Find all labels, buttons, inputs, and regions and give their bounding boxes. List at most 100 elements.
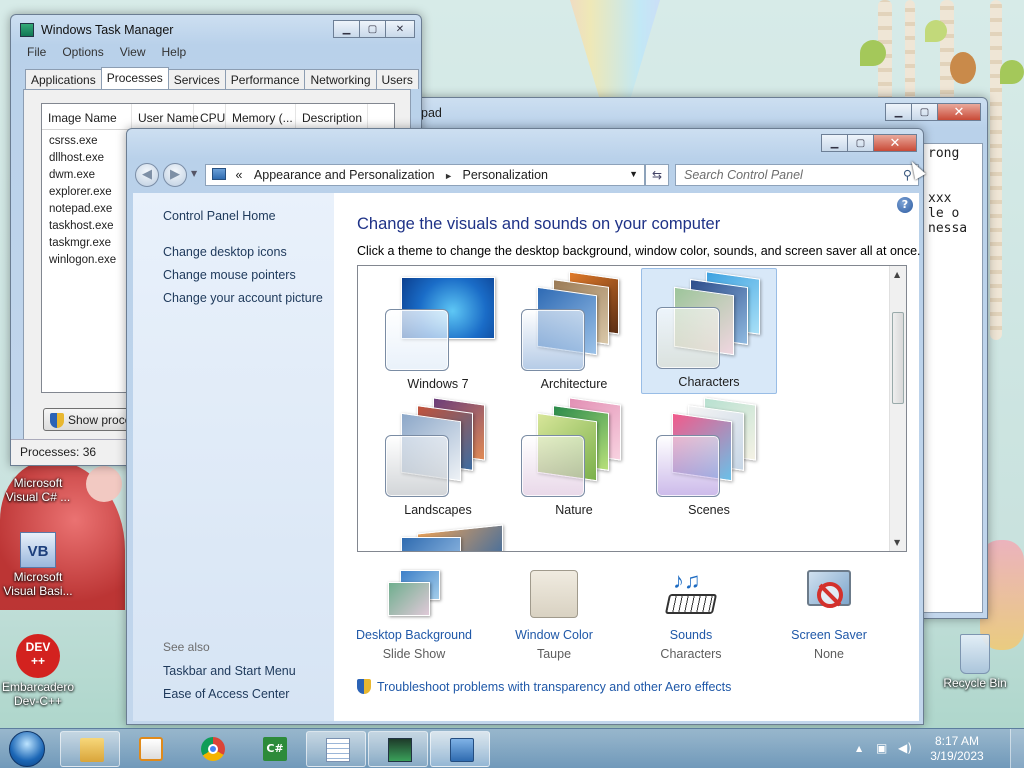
address-overflow-chevron[interactable]: « — [235, 168, 242, 182]
maximize-button[interactable]: ▢ — [911, 103, 938, 121]
theme-partially-visible[interactable] — [370, 522, 506, 551]
theme-list-scrollbar[interactable]: ▲ ▼ — [889, 266, 906, 551]
column-image-name[interactable]: Image Name — [42, 104, 132, 129]
personalization-window[interactable]: ▁ ▢ ✕ ◀ ▶ ▼ « Appearance and Personaliza… — [126, 128, 924, 725]
link-ease-of-access[interactable]: Ease of Access Center — [163, 687, 289, 701]
sounds-setting[interactable]: ♪♫ Sounds Characters — [626, 568, 756, 661]
link-control-panel-home[interactable]: Control Panel Home — [163, 209, 276, 223]
screen-saver-setting[interactable]: Screen Saver None — [764, 568, 894, 661]
desktop-background-setting[interactable]: Desktop Background Slide Show — [349, 568, 479, 661]
refresh-button[interactable]: ⇆ — [645, 164, 669, 186]
theme-scenes[interactable]: Scenes — [641, 396, 777, 522]
show-desktop-button[interactable] — [1010, 729, 1024, 768]
minimize-button[interactable]: ▁ — [333, 20, 360, 38]
windows-logo-icon — [9, 731, 45, 767]
taskbar: C# ▲ ▣ ◀) 8:17 AM 3/19/2023 — [0, 728, 1024, 768]
taskbar-media-player[interactable] — [120, 731, 180, 767]
desktop-icon-visual-basic[interactable]: VB Microsoft Visual Basi... — [0, 532, 76, 598]
address-dropdown-icon[interactable]: ▼ — [629, 169, 638, 179]
theme-label: Windows 7 — [407, 377, 469, 391]
column-cpu[interactable]: CPU — [194, 104, 226, 129]
tab-networking[interactable]: Networking — [304, 69, 377, 89]
close-button[interactable]: ✕ — [873, 134, 917, 152]
taskbar-notepad[interactable] — [306, 731, 366, 767]
scroll-thumb[interactable] — [892, 312, 904, 404]
address-bar[interactable]: « Appearance and Personalization ► Perso… — [205, 164, 645, 186]
desktop-icon-visual-csharp[interactable]: Microsoft Visual C# ... — [0, 474, 76, 504]
maximize-button[interactable]: ▢ — [847, 134, 874, 152]
task-manager-icon — [20, 23, 34, 37]
theme-characters[interactable]: Characters — [641, 268, 777, 394]
link-change-account-picture[interactable]: Change your account picture — [163, 291, 323, 305]
media-player-icon — [139, 737, 163, 761]
desktop-background-value: Slide Show — [382, 647, 446, 661]
tab-performance[interactable]: Performance — [224, 69, 306, 89]
desktop-icon-label: Microsoft Visual Basi... — [3, 570, 73, 598]
window-color-setting[interactable]: Window Color Taupe — [489, 568, 619, 661]
recent-pages-dropdown[interactable]: ▼ — [191, 169, 197, 178]
scroll-up-icon[interactable]: ▲ — [894, 270, 900, 279]
breadcrumb-separator-icon[interactable]: ► — [444, 171, 453, 181]
breadcrumb-appearance[interactable]: Appearance and Personalization — [254, 168, 435, 182]
system-clock[interactable]: 8:17 AM 3/19/2023 — [926, 734, 988, 764]
screen-saver-value: None — [814, 647, 844, 661]
taskbar-control-panel[interactable] — [430, 731, 490, 767]
troubleshoot-label: Troubleshoot problems with transparency … — [377, 680, 732, 694]
menu-file[interactable]: File — [19, 43, 54, 63]
link-change-desktop-icons[interactable]: Change desktop icons — [163, 245, 287, 259]
column-memory[interactable]: Memory (... — [226, 104, 296, 129]
close-button[interactable]: ✕ — [937, 103, 981, 121]
column-user-name[interactable]: User Name — [132, 104, 199, 129]
notepad-text-area[interactable]: rong xxx le o nessa — [923, 143, 983, 613]
desktop-icon-devcpp[interactable]: DEV ++ Embarcadero Dev-C++ — [0, 634, 76, 708]
breadcrumb-personalization[interactable]: Personalization — [463, 168, 548, 182]
uac-shield-icon — [50, 413, 64, 428]
menu-help[interactable]: Help — [154, 43, 195, 63]
search-placeholder: Search Control Panel — [684, 168, 803, 182]
forward-button[interactable]: ▶ — [163, 163, 187, 187]
minimize-button[interactable]: ▁ — [885, 103, 912, 121]
maximize-button[interactable]: ▢ — [359, 20, 386, 38]
theme-list[interactable]: Windows 7 Architecture Characters Landsc… — [357, 265, 907, 552]
taskbar-task-manager[interactable] — [368, 731, 428, 767]
taskbar-chrome[interactable] — [182, 731, 242, 767]
back-button[interactable]: ◀ — [135, 163, 159, 187]
volume-icon[interactable]: ◀) — [898, 741, 912, 755]
theme-landscapes[interactable]: Landscapes — [370, 396, 506, 522]
close-button[interactable]: ✕ — [385, 20, 415, 38]
show-hidden-icons[interactable]: ▲ — [856, 744, 862, 753]
theme-label: Nature — [555, 503, 593, 517]
column-description[interactable]: Description — [296, 104, 368, 129]
theme-architecture[interactable]: Architecture — [506, 270, 642, 396]
start-button[interactable] — [4, 729, 50, 768]
menu-bar: File Options View Help — [19, 43, 413, 63]
main-content: ? Change the visuals and sounds on your … — [334, 193, 921, 721]
tab-processes[interactable]: Processes — [100, 67, 169, 90]
tab-applications[interactable]: Applications — [25, 69, 102, 89]
scroll-down-icon[interactable]: ▼ — [894, 538, 900, 547]
desktop-icon-recycle-bin[interactable]: Recycle Bin — [937, 634, 1013, 690]
menu-options[interactable]: Options — [54, 43, 111, 63]
link-change-mouse-pointers[interactable]: Change mouse pointers — [163, 268, 296, 282]
theme-windows-7[interactable]: Windows 7 — [370, 270, 506, 396]
clock-time: 8:17 AM — [934, 734, 980, 748]
tab-services[interactable]: Services — [167, 69, 226, 89]
link-taskbar-start-menu[interactable]: Taskbar and Start Menu — [163, 664, 296, 678]
menu-view[interactable]: View — [112, 43, 154, 63]
troubleshoot-transparency-link[interactable]: Troubleshoot problems with transparency … — [357, 679, 731, 694]
minimize-button[interactable]: ▁ — [821, 134, 848, 152]
recycle-bin-icon — [960, 634, 990, 674]
desktop-background-link[interactable]: Desktop Background — [349, 628, 479, 642]
tab-strip: Applications Processes Services Performa… — [25, 67, 419, 90]
help-icon[interactable]: ? — [897, 197, 913, 213]
tab-users[interactable]: Users — [375, 69, 419, 89]
taskbar-visual-csharp[interactable]: C# — [244, 731, 304, 767]
theme-nature[interactable]: Nature — [506, 396, 642, 522]
screen-saver-link[interactable]: Screen Saver — [764, 628, 894, 642]
chrome-icon — [201, 737, 225, 761]
sounds-link[interactable]: Sounds — [626, 628, 756, 642]
search-input[interactable]: Search Control Panel ⚲ — [675, 164, 919, 186]
window-color-link[interactable]: Window Color — [489, 628, 619, 642]
network-icon[interactable]: ▣ — [876, 741, 887, 755]
taskbar-explorer[interactable] — [60, 731, 120, 767]
